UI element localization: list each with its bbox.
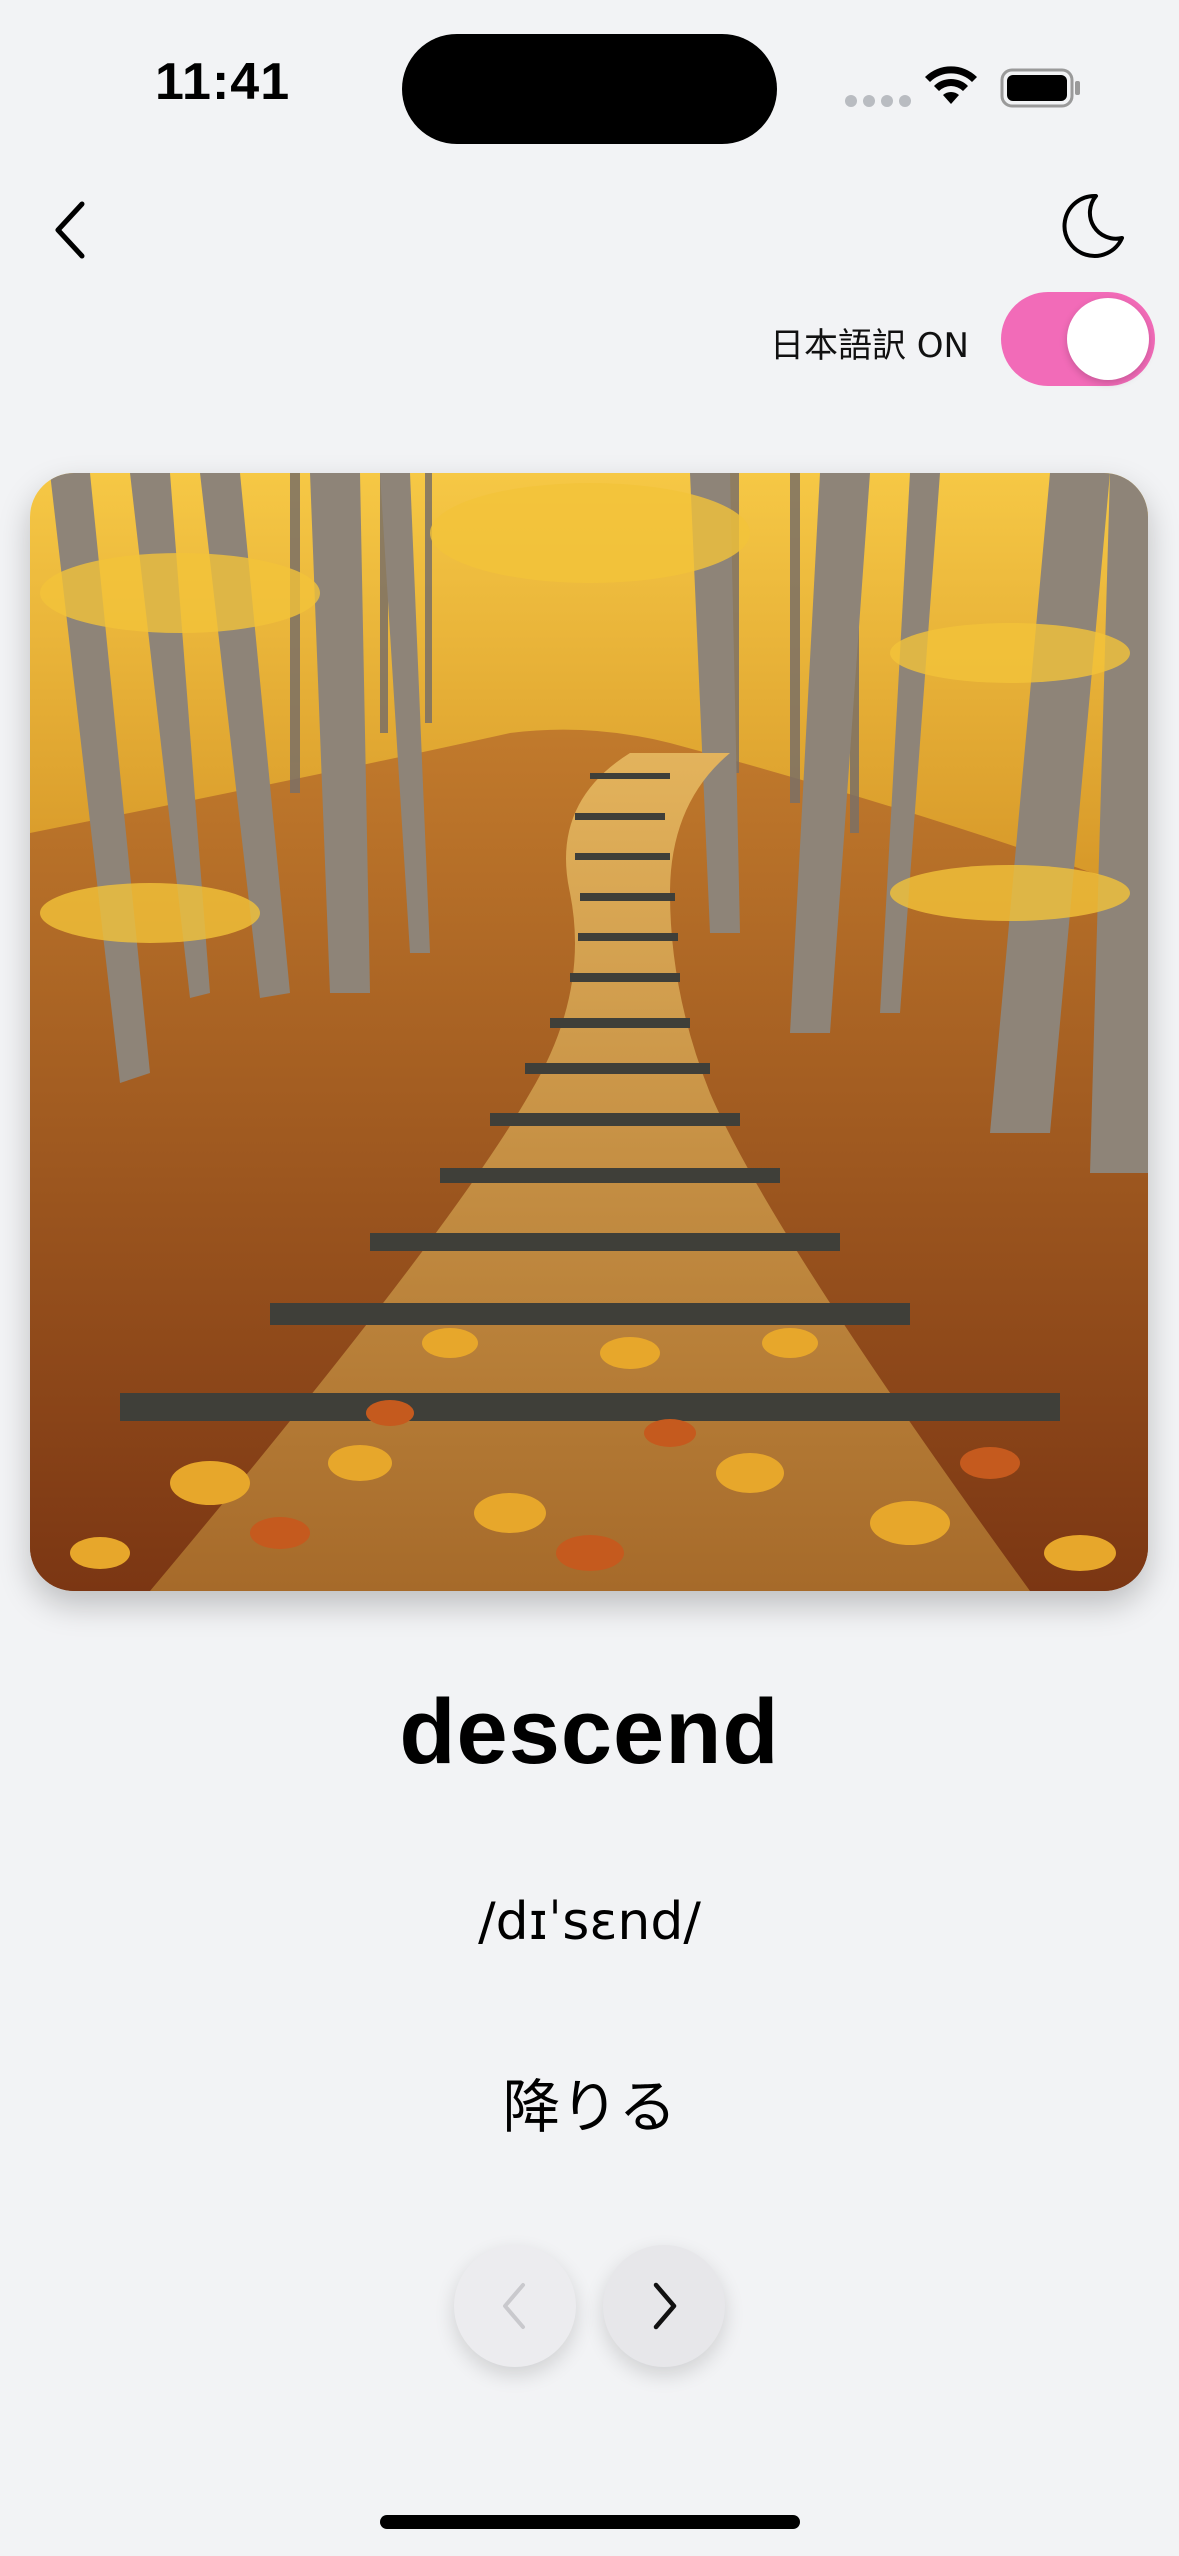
translation-label: 日本語訳 ON xyxy=(769,326,969,366)
moon-icon xyxy=(1062,193,1124,258)
cellular-icon xyxy=(845,95,911,107)
toggle-knob xyxy=(1067,298,1149,380)
word-illustration xyxy=(30,473,1148,1591)
battery-icon xyxy=(1000,68,1080,108)
dynamic-island xyxy=(402,34,777,144)
autumn-forest-stairs-image xyxy=(30,473,1148,1591)
back-button[interactable] xyxy=(40,190,100,270)
chevron-left-icon xyxy=(55,201,85,259)
chevron-right-icon xyxy=(653,2282,677,2330)
next-word-button[interactable] xyxy=(603,2245,725,2367)
pronunciation: /dɪˈsɛnd/ xyxy=(478,1892,701,1952)
chevron-left-icon xyxy=(503,2283,525,2329)
home-indicator[interactable] xyxy=(380,2515,800,2529)
japanese-meaning: 降りる xyxy=(502,2073,677,2141)
wifi-icon xyxy=(925,66,977,104)
previous-word-button[interactable] xyxy=(454,2245,576,2367)
flashcard-screen: 11:41 日本語訳 ON descend /dɪˈsɛnd/ 降りる xyxy=(0,0,1179,2556)
translation-toggle[interactable] xyxy=(1001,292,1155,386)
theme-toggle-button[interactable] xyxy=(1052,186,1132,266)
status-time: 11:41 xyxy=(155,53,291,111)
vocabulary-word: descend xyxy=(399,1681,780,1783)
